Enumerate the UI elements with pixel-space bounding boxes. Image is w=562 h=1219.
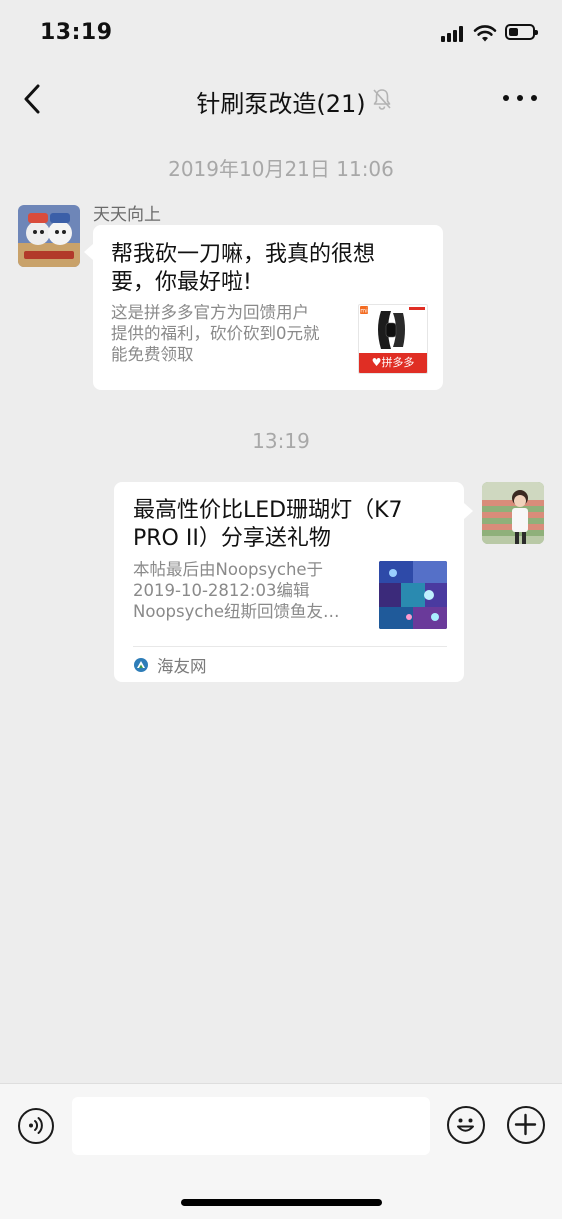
battery-icon: [505, 24, 538, 40]
avatar[interactable]: [482, 482, 544, 544]
card-description: 这是拼多多官方为回馈用户 提供的福利，砍价砍到0元就 能免费领取: [111, 303, 320, 364]
voice-icon: [29, 1117, 43, 1134]
card-title: 最高性价比LED珊瑚灯（K7 PRO II）分享送礼物: [133, 498, 403, 551]
card-description: 本帖最后由Noopsyche于 2019-10-2812:03编辑 Noopsy…: [133, 560, 340, 621]
signal-icon: [441, 26, 467, 42]
wifi-icon: [473, 25, 497, 42]
timestamp: 2019年10月21日 11:06: [168, 157, 394, 181]
emoji-button[interactable]: [447, 1106, 485, 1144]
message-card-link[interactable]: 最高性价比LED珊瑚灯（K7 PRO II）分享送礼物 本帖最后由Noopsyc…: [114, 482, 464, 682]
fitness-band-image: mi: [360, 306, 425, 349]
pdd-badge: ♥拼多多: [359, 353, 427, 373]
svg-text:mi: mi: [360, 308, 368, 315]
message-input[interactable]: [72, 1097, 430, 1155]
card-thumbnail: [379, 561, 447, 629]
plus-icon: [514, 1113, 537, 1136]
divider: [133, 646, 447, 647]
voice-button[interactable]: [18, 1108, 54, 1144]
more-options-button[interactable]: [503, 94, 537, 104]
bell-slash-icon: [373, 89, 391, 110]
avatar[interactable]: [18, 205, 80, 267]
emoji-icon: [457, 1118, 474, 1132]
avatar-image: [482, 482, 544, 544]
source-logo-icon: [134, 658, 148, 672]
card-source: 海友网: [133, 654, 207, 676]
card-title: 帮我砍一刀嘛，我真的很想 要，你最好啦!: [111, 242, 376, 295]
aquarium-image: [379, 561, 447, 629]
home-indicator[interactable]: [181, 1199, 382, 1206]
sender-name: 天天向上: [93, 205, 161, 225]
card-thumbnail: mi ♥拼多多: [358, 304, 428, 374]
bubble-arrow: [464, 503, 473, 519]
avatar-image: [18, 205, 80, 267]
bubble-arrow: [84, 244, 93, 260]
message-card-pdd[interactable]: 帮我砍一刀嘛，我真的很想 要，你最好啦! 这是拼多多官方为回馈用户 提供的福利，…: [93, 225, 443, 390]
chat-title: 针刷泵改造(21): [196, 90, 366, 118]
status-time: 13:19: [40, 20, 113, 45]
heart-icon: ♥: [371, 356, 382, 369]
timestamp: 13:19: [252, 429, 310, 453]
plus-button[interactable]: [507, 1106, 545, 1144]
